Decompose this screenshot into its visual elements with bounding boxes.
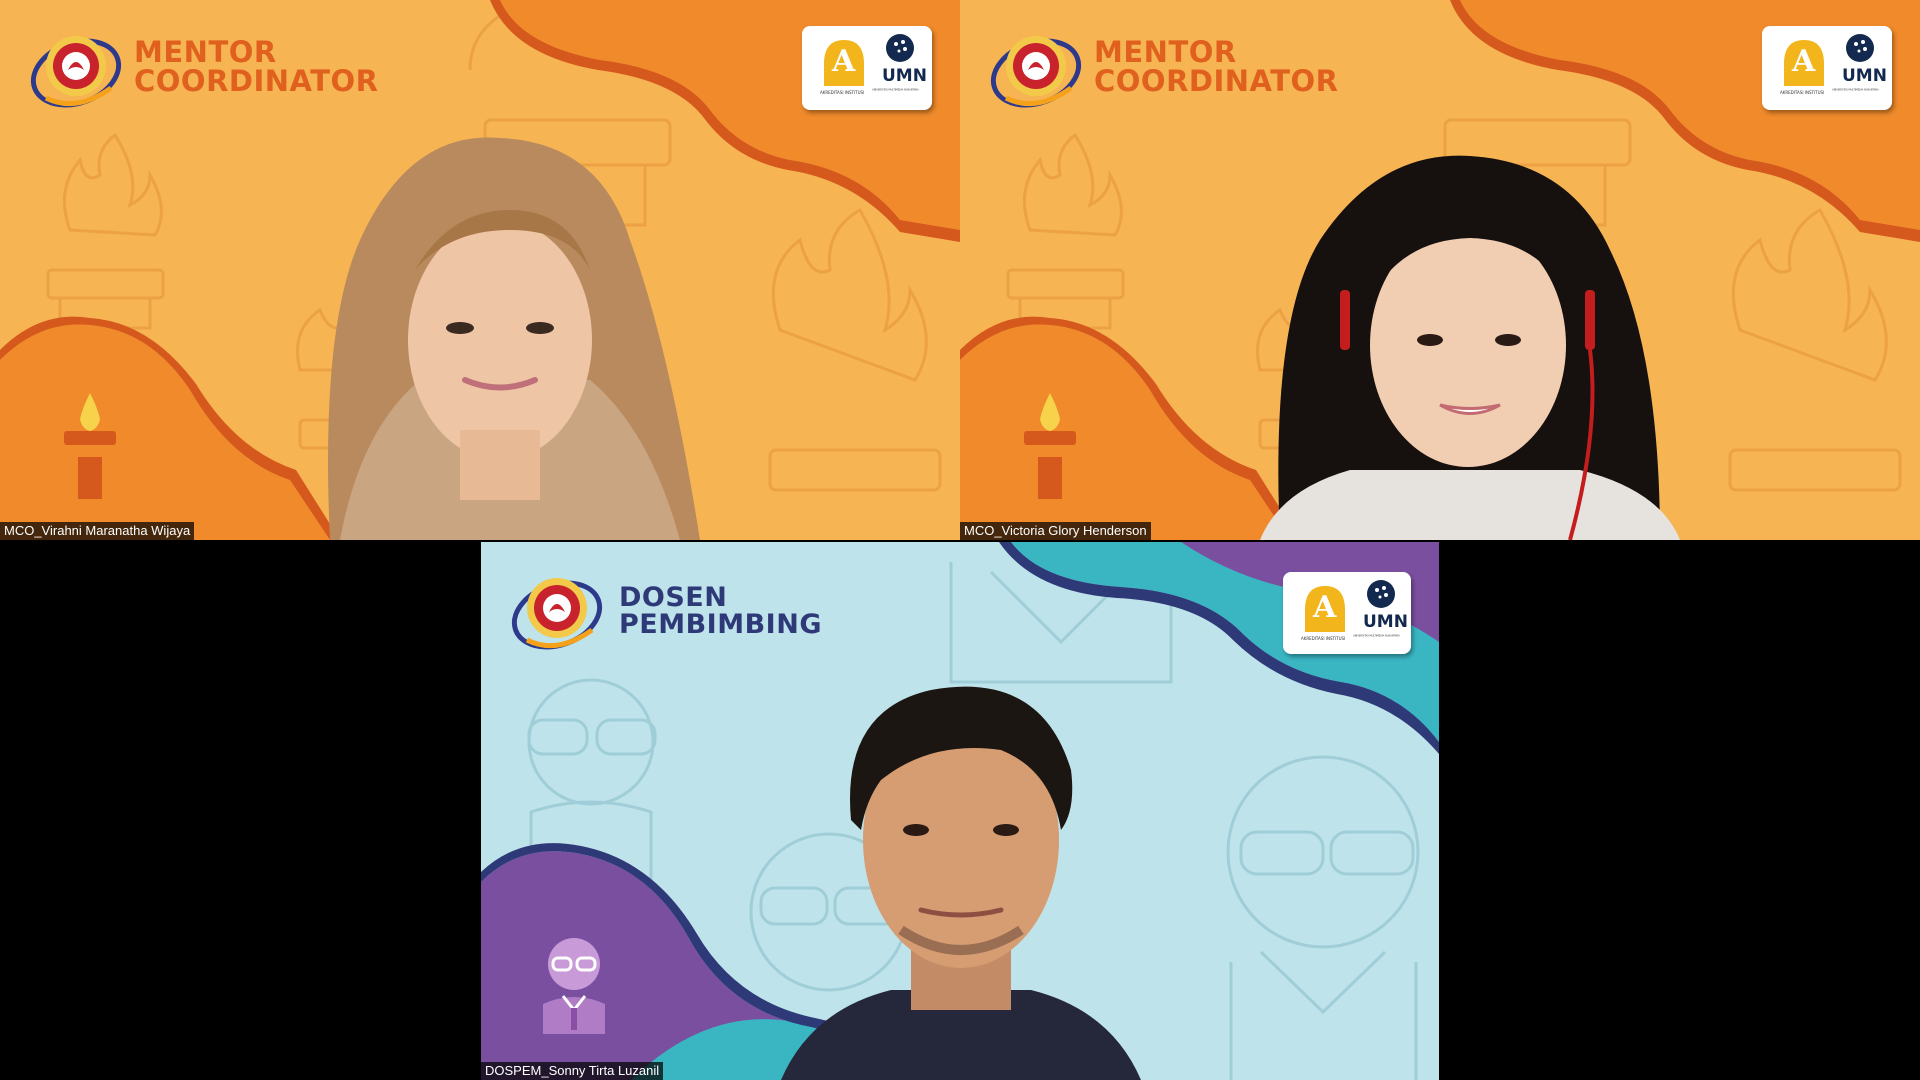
university-short-name: UMN [1363, 612, 1408, 632]
university-short-name: UMN [882, 66, 927, 86]
dosen-emblem-logo [511, 578, 603, 650]
background-title-line-2: COORDINATOR [1094, 64, 1339, 98]
lecturer-icon [543, 938, 605, 1034]
video-tile-1[interactable]: MENTOR COORDINATOR A AKREDITASI INSTITUS… [0, 0, 960, 540]
background-title: DOSEN PEMBIMBING [619, 584, 822, 638]
participant-name-label: DOSPEM_Sonny Tirta Luzanil [481, 1062, 664, 1080]
mentor-emblem-logo [990, 36, 1082, 108]
accreditation-letter: A [1792, 44, 1816, 79]
video-tile-2[interactable]: MENTOR COORDINATOR A AKREDITASI INSTITUS… [960, 0, 1920, 540]
background-title-line-1: MENTOR [1094, 35, 1237, 69]
university-caption: UNIVERSITAS MULTIMEDIA NUSANTARA [1353, 634, 1400, 637]
torch-icon [64, 377, 116, 499]
video-tile-3[interactable]: DOSEN PEMBIMBING A AKREDITASI INSTITUSI … [481, 542, 1439, 1080]
participant-name-label: MCO_Virahni Maranatha Wijaya [0, 522, 195, 540]
background-title-line-1: MENTOR [134, 35, 277, 69]
university-badge: A AKREDITASI INSTITUSI UMN UNIVERSITAS M… [1283, 572, 1411, 654]
accreditation-letter: A [832, 44, 856, 79]
university-short-name: UMN [1842, 66, 1887, 86]
accreditation-caption: AKREDITASI INSTITUSI [820, 90, 865, 95]
accreditation-caption: AKREDITASI INSTITUSI [1301, 636, 1346, 641]
background-title-line-1: DOSEN [619, 582, 728, 613]
background-title-line-2: PEMBIMBING [619, 609, 822, 640]
background-title: MENTOR COORDINATOR [1094, 38, 1339, 96]
participant-video-person [781, 686, 1141, 1080]
mentor-emblem-logo [30, 36, 122, 108]
university-badge: A AKREDITASI INSTITUSI UMN UNIVERSITAS M… [802, 26, 932, 110]
university-badge: A AKREDITASI INSTITUSI UMN UNIVERSITAS M… [1762, 26, 1892, 110]
participant-video-person [328, 137, 700, 540]
accreditation-caption: AKREDITASI INSTITUSI [1780, 90, 1825, 95]
participant-name-label: MCO_Victoria Glory Henderson [960, 522, 1151, 540]
background-title: MENTOR COORDINATOR [134, 38, 379, 96]
university-caption: UNIVERSITAS MULTIMEDIA NUSANTARA [872, 88, 919, 91]
participant-video-person [1260, 155, 1680, 540]
university-caption: UNIVERSITAS MULTIMEDIA NUSANTARA [1832, 88, 1879, 91]
background-title-line-2: COORDINATOR [134, 64, 379, 98]
accreditation-letter: A [1313, 590, 1337, 625]
torch-icon [1024, 377, 1076, 499]
